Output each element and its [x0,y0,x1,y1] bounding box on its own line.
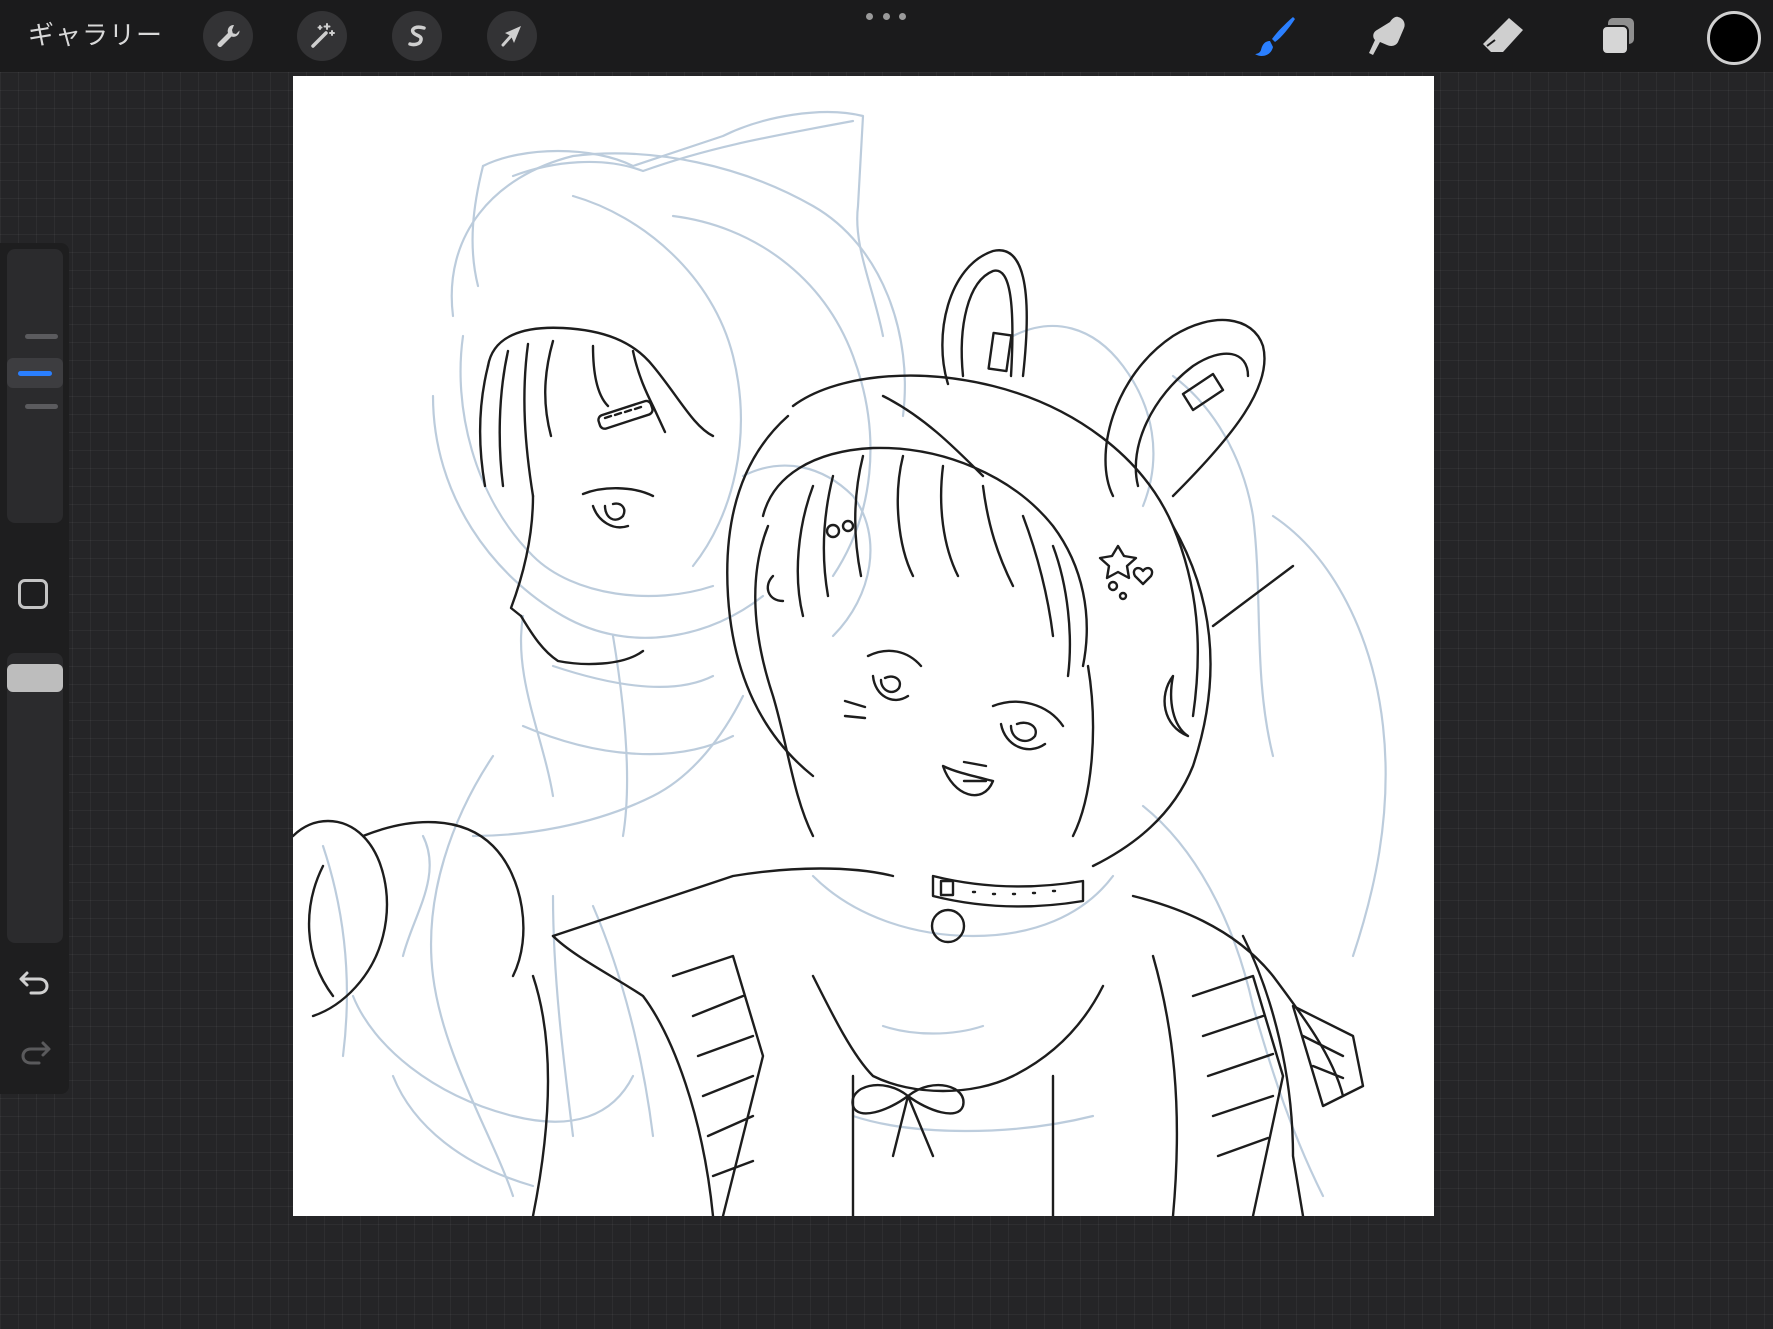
opacity-slider[interactable] [7,653,63,943]
selection-s-icon [408,25,426,47]
transform-button[interactable] [487,11,537,61]
arrow-cursor-icon [501,26,521,47]
sketch-artwork [293,111,1387,1216]
left-sidebar [0,243,69,1094]
dot-icon [882,12,890,20]
more-options-button[interactable] [866,6,906,26]
smudge-finger-icon [1369,16,1405,55]
layers-icon [1601,18,1634,55]
top-toolbar: ギャラリー [0,0,1773,72]
adjustments-button[interactable] [297,11,347,61]
size-indicator [18,370,52,376]
redo-icon[interactable] [17,1033,53,1069]
wrench-icon [217,24,240,47]
eraser-icon [1483,18,1523,52]
modify-button[interactable] [18,579,48,609]
brush-size-thumb[interactable] [7,358,63,388]
brush-size-slider[interactable] [7,249,63,523]
selection-button[interactable] [392,11,442,61]
undo-icon[interactable] [17,963,53,999]
magic-wand-icon [311,23,335,48]
dot-icon [866,12,873,20]
drawing-canvas[interactable] [293,76,1434,1216]
layers-button[interactable] [1590,10,1646,62]
slider-tick [25,404,58,409]
brush-icon [1255,17,1295,56]
eraser-tool-button[interactable] [1475,10,1531,62]
color-picker-button[interactable] [1707,11,1761,65]
actions-button[interactable] [203,11,253,61]
smudge-tool-button[interactable] [1360,10,1416,62]
opacity-thumb[interactable] [7,664,63,692]
dot-icon [899,12,906,20]
slider-tick [25,334,58,339]
gallery-button[interactable]: ギャラリー [28,18,163,54]
brush-tool-button[interactable] [1247,10,1303,62]
